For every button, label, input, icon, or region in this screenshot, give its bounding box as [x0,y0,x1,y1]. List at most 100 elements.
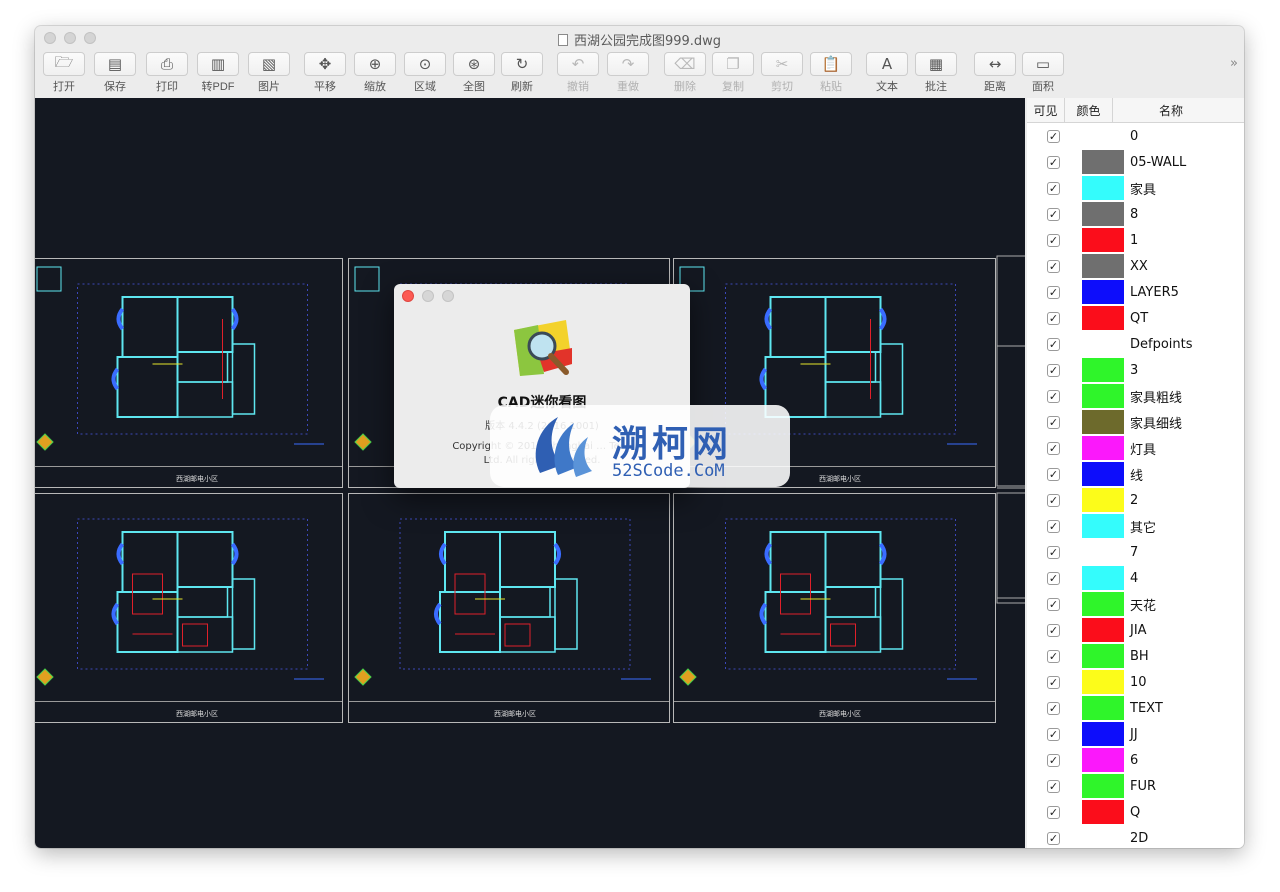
layer-row[interactable]: ✓ 线 [1027,461,1244,487]
toolbar-button-3[interactable]: ▥ 转PDF [193,51,243,95]
layer-color-swatch[interactable] [1082,488,1124,512]
layer-visible-checkbox[interactable]: ✓ [1047,129,1060,143]
layer-color-swatch[interactable] [1082,176,1124,200]
toolbar-button-2[interactable]: ⎙ 打印 [142,51,192,95]
layer-row[interactable]: ✓ 家具细线 [1027,409,1244,435]
dialog-close-button[interactable] [402,290,414,302]
layer-visible-checkbox[interactable]: ✓ [1047,311,1060,325]
toolbar-button-17[interactable]: ▦ 批注 [911,51,961,95]
layer-visible-checkbox[interactable]: ✓ [1047,155,1060,169]
layer-visible-checkbox[interactable]: ✓ [1047,519,1060,533]
layer-visible-checkbox[interactable]: ✓ [1047,337,1060,351]
layer-row[interactable]: ✓ BH [1027,643,1244,669]
layer-row[interactable]: ✓ 3 [1027,357,1244,383]
layer-row[interactable]: ✓ JJ [1027,721,1244,747]
layer-row[interactable]: ✓ 4 [1027,565,1244,591]
layer-visible-checkbox[interactable]: ✓ [1047,493,1060,507]
layer-row[interactable]: ✓ LAYER5 [1027,279,1244,305]
layer-visible-checkbox[interactable]: ✓ [1047,675,1060,689]
toolbar-button-16[interactable]: A 文本 [862,51,912,95]
layer-color-swatch[interactable] [1082,280,1124,304]
toolbar-button-9[interactable]: ↻ 刷新 [497,51,547,95]
layer-visible-checkbox[interactable]: ✓ [1047,415,1060,429]
layer-row[interactable]: ✓ JIA [1027,617,1244,643]
layer-color-swatch[interactable] [1082,826,1124,848]
layer-visible-checkbox[interactable]: ✓ [1047,805,1060,819]
toolbar-button-7[interactable]: ⊙ 区域 [400,51,450,95]
layer-row[interactable]: ✓ 家具 [1027,175,1244,201]
layer-row[interactable]: ✓ TEXT [1027,695,1244,721]
layer-color-swatch[interactable] [1082,150,1124,174]
toolbar-button-18[interactable]: ↔ 距离 [970,51,1020,95]
layer-row[interactable]: ✓ 其它 [1027,513,1244,539]
layer-color-swatch[interactable] [1082,592,1124,616]
layer-color-swatch[interactable] [1082,800,1124,824]
layer-visible-checkbox[interactable]: ✓ [1047,753,1060,767]
layer-row[interactable]: ✓ 10 [1027,669,1244,695]
layer-color-swatch[interactable] [1082,670,1124,694]
layer-row[interactable]: ✓ 7 [1027,539,1244,565]
layer-color-swatch[interactable] [1082,436,1124,460]
layer-visible-checkbox[interactable]: ✓ [1047,571,1060,585]
layer-visible-checkbox[interactable]: ✓ [1047,389,1060,403]
layer-row[interactable]: ✓ 家具粗线 [1027,383,1244,409]
visible-column-header[interactable]: 可见 [1027,98,1065,122]
layer-visible-checkbox[interactable]: ✓ [1047,207,1060,221]
layer-visible-checkbox[interactable]: ✓ [1047,831,1060,845]
layer-visible-checkbox[interactable]: ✓ [1047,233,1060,247]
layer-visible-checkbox[interactable]: ✓ [1047,259,1060,273]
layer-color-swatch[interactable] [1082,306,1124,330]
layer-visible-checkbox[interactable]: ✓ [1047,545,1060,559]
layer-visible-checkbox[interactable]: ✓ [1047,649,1060,663]
layer-visible-checkbox[interactable]: ✓ [1047,285,1060,299]
layer-color-swatch[interactable] [1082,722,1124,746]
layer-color-swatch[interactable] [1082,202,1124,226]
layer-color-swatch[interactable] [1082,124,1124,148]
toolbar-button-0[interactable]: 🗁 打开 [39,51,89,95]
layer-color-swatch[interactable] [1082,332,1124,356]
layer-row[interactable]: ✓ XX [1027,253,1244,279]
layer-color-swatch[interactable] [1082,410,1124,434]
layer-row[interactable]: ✓ 6 [1027,747,1244,773]
layer-row[interactable]: ✓ 8 [1027,201,1244,227]
layer-color-swatch[interactable] [1082,644,1124,668]
layer-color-swatch[interactable] [1082,696,1124,720]
layer-row[interactable]: ✓ QT [1027,305,1244,331]
layer-row[interactable]: ✓ 天花 [1027,591,1244,617]
layer-row[interactable]: ✓ Q [1027,799,1244,825]
layer-color-swatch[interactable] [1082,774,1124,798]
layer-color-swatch[interactable] [1082,462,1124,486]
color-column-header[interactable]: 颜色 [1065,98,1113,122]
layer-row[interactable]: ✓ FUR [1027,773,1244,799]
toolbar-button-6[interactable]: ⊕ 缩放 [350,51,400,95]
layer-visible-checkbox[interactable]: ✓ [1047,727,1060,741]
layer-color-swatch[interactable] [1082,748,1124,772]
layer-visible-checkbox[interactable]: ✓ [1047,363,1060,377]
layer-color-swatch[interactable] [1082,228,1124,252]
layer-color-swatch[interactable] [1082,566,1124,590]
layer-visible-checkbox[interactable]: ✓ [1047,441,1060,455]
toolbar-overflow-chevron-icon[interactable]: » [1230,56,1238,71]
layer-color-swatch[interactable] [1082,514,1124,538]
toolbar-button-4[interactable]: ▧ 图片 [244,51,294,95]
layer-row[interactable]: ✓ Defpoints [1027,331,1244,357]
toolbar-button-19[interactable]: ▭ 面积 [1018,51,1068,95]
layer-row[interactable]: ✓ 灯具 [1027,435,1244,461]
layer-row[interactable]: ✓ 05-WALL [1027,149,1244,175]
name-column-header[interactable]: 名称 [1113,98,1229,122]
toolbar-button-8[interactable]: ⊛ 全图 [449,51,499,95]
layer-color-swatch[interactable] [1082,384,1124,408]
layer-visible-checkbox[interactable]: ✓ [1047,623,1060,637]
layer-color-swatch[interactable] [1082,618,1124,642]
layer-row[interactable]: ✓ 2 [1027,487,1244,513]
layer-visible-checkbox[interactable]: ✓ [1047,779,1060,793]
layer-visible-checkbox[interactable]: ✓ [1047,597,1060,611]
layer-row[interactable]: ✓ 1 [1027,227,1244,253]
toolbar-button-1[interactable]: ▤ 保存 [90,51,140,95]
layer-visible-checkbox[interactable]: ✓ [1047,467,1060,481]
layer-row[interactable]: ✓ 0 [1027,123,1244,149]
toolbar-button-5[interactable]: ✥ 平移 [300,51,350,95]
layer-visible-checkbox[interactable]: ✓ [1047,181,1060,195]
layer-row[interactable]: ✓ 2D [1027,825,1244,848]
layer-color-swatch[interactable] [1082,254,1124,278]
